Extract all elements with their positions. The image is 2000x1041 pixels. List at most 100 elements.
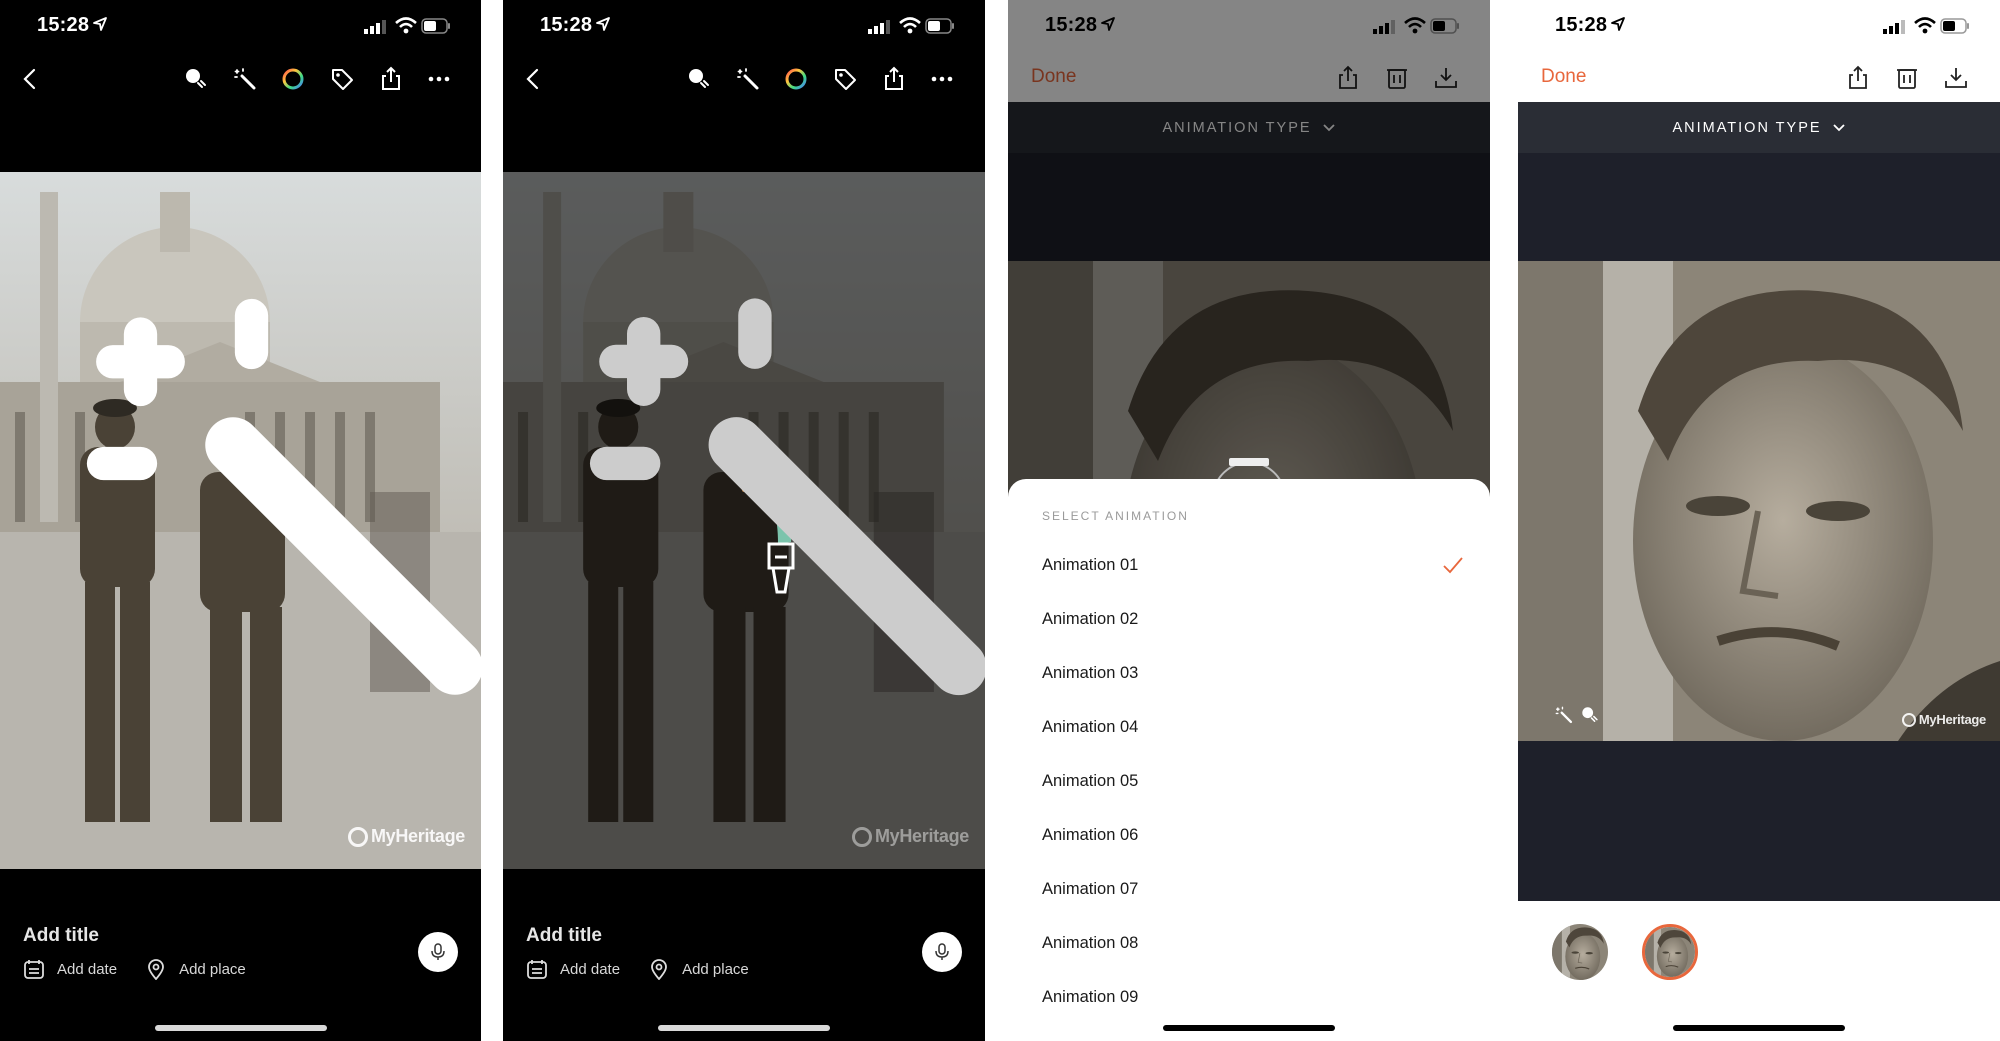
face-video[interactable]: MyHeritage [1518,261,2000,741]
enhance-button[interactable] [183,66,209,92]
voice-record-button[interactable] [922,932,962,972]
animation-type-dropdown[interactable]: ANIMATION TYPE [1518,102,2000,153]
share-icon[interactable] [1845,65,1871,91]
animation-option-label: Animation 05 [1042,771,1139,790]
photo-canvas[interactable]: MyHeritage [503,172,985,869]
photo-details: Add title Add date Add place [503,900,985,990]
download-icon[interactable] [1943,65,1969,91]
magic-wand-icon [737,68,759,90]
chevron-down-icon [1832,123,1845,131]
share-icon [885,66,903,90]
animation-nav-bar: Done [1518,56,2000,102]
magic-wand-icon[interactable] [551,172,985,849]
animation-option[interactable]: Animation 06 [1008,808,1490,862]
editor-toolbar [0,56,481,100]
tag-button[interactable] [832,66,858,92]
face-thumbnail-image [1552,924,1608,980]
animation-option[interactable]: Animation 02 [1008,592,1490,646]
magic-wand-icon [234,68,256,90]
screen-select-animation: 15:28 Done ANIMATION TYPE SELECT ANIMATI… [1008,0,1490,1041]
chevron-left-icon [23,68,36,90]
animation-option-label: Animation 03 [1042,663,1139,682]
screen-animated-face: 15:28 Done ANIMATION TYPE MyHeritage [1518,0,2000,1041]
sheet-title: SELECT ANIMATION [1042,509,1189,523]
wifi-icon [1914,17,1936,34]
enhance-icon [689,69,709,88]
home-indicator [1673,1025,1845,1031]
wifi-icon [899,17,921,34]
add-title-button[interactable]: Add title [23,925,99,947]
tag-icon [835,69,856,90]
home-indicator [154,1025,327,1031]
trash-icon[interactable] [1894,65,1920,91]
enhance-icon [186,69,206,88]
microphone-icon [431,943,445,960]
share-button[interactable] [378,66,404,92]
share-button[interactable] [881,66,907,92]
animation-option[interactable]: Animation 08 [1008,916,1490,970]
animation-option-label: Animation 01 [1042,555,1139,574]
tag-button[interactable] [329,66,355,92]
back-button[interactable] [17,66,43,92]
screen-photo-colorize: 15:28 MyHeritage Add title Add date Add … [503,0,985,1041]
add-place-button[interactable]: Add place [145,958,246,980]
magic-wand-icon [1555,706,1573,724]
calendar-icon [24,960,44,979]
map-pin-icon [148,959,164,980]
home-indicator [1163,1025,1335,1031]
chevron-left-icon [526,68,539,90]
repair-button[interactable] [735,66,761,92]
location-arrow-icon [1611,17,1625,31]
myheritage-watermark: MyHeritage [851,826,969,847]
add-date-button[interactable]: Add date [526,958,620,980]
animation-option[interactable]: Animation 09 [1008,970,1490,1024]
microphone-icon [935,943,949,960]
enhance-button[interactable] [686,66,712,92]
cellular-signal-icon [364,20,386,34]
enhance-icon [1582,707,1598,722]
wifi-icon [395,17,417,34]
status-bar: 15:28 [1518,0,2000,56]
magic-wand-icon[interactable] [48,172,481,849]
more-icon [931,76,953,82]
battery-icon [925,18,954,34]
more-button[interactable] [929,66,955,92]
animation-option[interactable]: Animation 04 [1008,700,1490,754]
myheritage-logo-icon [851,826,872,847]
animation-option[interactable]: Animation 01 [1008,538,1490,592]
animation-option-label: Animation 08 [1042,933,1139,952]
add-title-button[interactable]: Add title [526,925,602,947]
back-button[interactable] [520,66,546,92]
animation-option-label: Animation 02 [1042,609,1139,628]
screen-photo-editor: 15:28 MyHeritage Add title Add date Add … [0,0,481,1041]
photo-canvas[interactable]: MyHeritage [0,172,481,869]
share-icon [382,66,400,90]
more-button[interactable] [426,66,452,92]
animation-option[interactable]: Animation 03 [1008,646,1490,700]
colorize-button[interactable] [783,66,809,92]
voice-record-button[interactable] [418,932,458,972]
face-selector [1518,921,2000,983]
map-pin-icon [651,959,667,980]
myheritage-logo-icon [347,826,368,847]
tag-icon [332,69,353,90]
calendar-icon [527,960,547,979]
done-button[interactable]: Done [1541,66,1586,88]
face-portrait-image [1518,261,2000,741]
animation-option[interactable]: Animation 05 [1008,754,1490,808]
animation-option[interactable]: Animation 07 [1008,862,1490,916]
location-arrow-icon [93,17,107,31]
select-animation-sheet: SELECT ANIMATION Animation 01 Animation 0… [1008,479,1490,1041]
animation-option-label: Animation 06 [1042,825,1139,844]
face-thumbnail-selected[interactable] [1642,924,1698,980]
editor-toolbar [503,56,985,100]
repair-button[interactable] [232,66,258,92]
myheritage-watermark: MyHeritage [347,826,465,847]
add-place-button[interactable]: Add place [648,958,749,980]
status-bar: 15:28 [503,0,985,56]
add-date-button[interactable]: Add date [23,958,117,980]
colorize-button[interactable] [280,66,306,92]
animation-option-label: Animation 07 [1042,879,1139,898]
face-thumbnail[interactable] [1552,924,1608,980]
cellular-signal-icon [868,20,890,34]
